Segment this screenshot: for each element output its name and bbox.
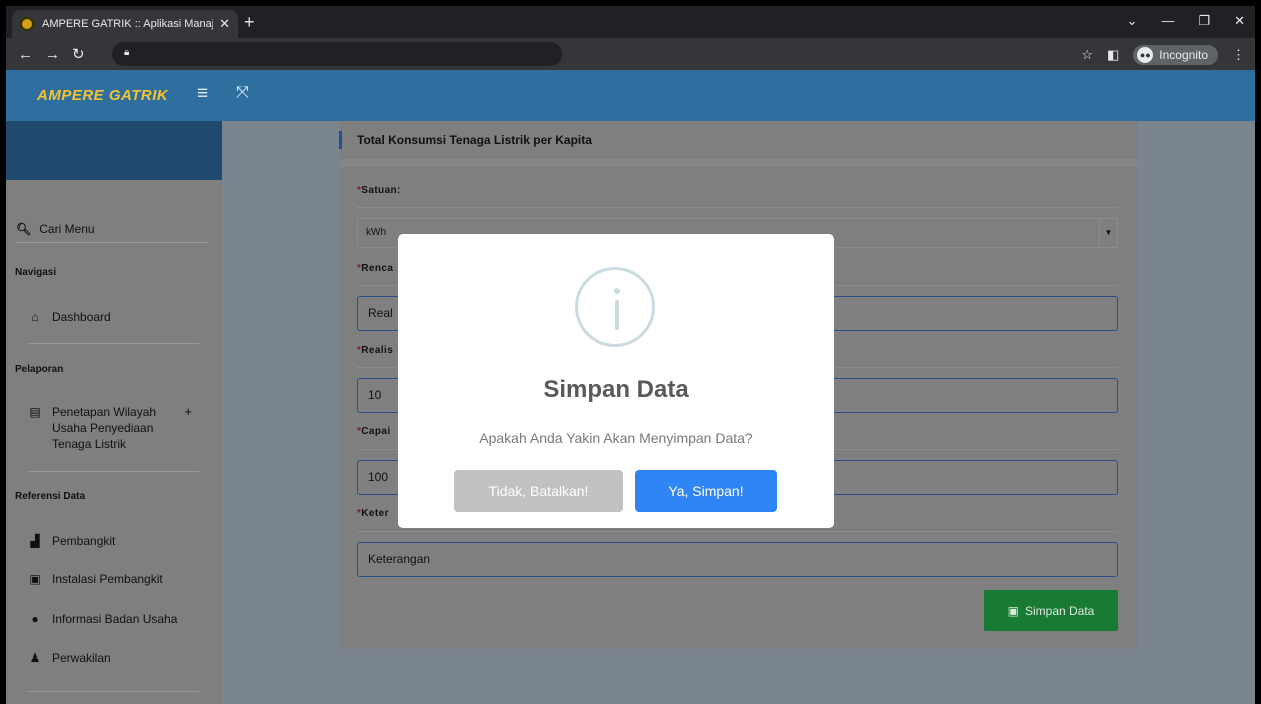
capaian-label: *Capai (357, 426, 391, 437)
divider (357, 207, 1118, 208)
incognito-icon: ●● (1137, 47, 1154, 63)
menu-search[interactable]: 🔍︎ Cari Menu (16, 216, 209, 243)
incognito-badge[interactable]: ●● Incognito (1133, 45, 1218, 65)
realisasi-label: *Realis (357, 345, 394, 356)
info-circle-icon: ● (31, 612, 39, 626)
forward-icon[interactable]: → (45, 46, 60, 63)
menu-kebab-icon[interactable]: ⋮ (1232, 47, 1245, 63)
sidebar-profile-area (6, 121, 222, 180)
hamburger-menu-icon[interactable]: ≡ (197, 83, 208, 105)
back-icon[interactable]: ← (18, 46, 33, 63)
window-controls: ⌄ — ❐ ✕ (1127, 13, 1245, 29)
satuan-value: kWh (366, 227, 386, 238)
app-header: AMPERE GATRIK ≡ ⤧ (6, 70, 1255, 121)
save-button[interactable]: ▣ Simpan Data (984, 590, 1118, 631)
side-panel-icon[interactable]: ◧ (1107, 47, 1119, 63)
reload-icon[interactable]: ↻ (72, 45, 85, 63)
divider (357, 531, 1118, 532)
divider (339, 159, 1138, 167)
info-icon (575, 267, 655, 347)
expand-plus-icon[interactable]: + (184, 404, 192, 420)
floppy-disk-icon: ▣ (1007, 603, 1019, 618)
brand-logo[interactable]: AMPERE GATRIK (37, 87, 168, 104)
sidebar-item-penetapan[interactable]: ▤ Penetapan Wilayah Usaha Penyediaan Ten… (28, 404, 208, 452)
dialog-message: Apakah Anda Yakin Akan Menyimpan Data? (479, 430, 753, 446)
confirm-dialog: Simpan Data Apakah Anda Yakin Akan Menyi… (398, 234, 834, 528)
factory-icon: ▟ (30, 534, 40, 548)
new-tab-button[interactable]: + (244, 12, 255, 33)
fullscreen-icon[interactable]: ⤧ (236, 84, 249, 102)
document-icon: ▤ (29, 405, 41, 419)
toolbar-right: ☆ ◧ ●● Incognito ⋮ (1081, 45, 1245, 65)
sidebar: 🔍︎ Cari Menu Navigasi ⌂ Dashboard Pelapo… (6, 121, 222, 704)
section-navigasi: Navigasi (15, 267, 57, 278)
bookmark-star-icon[interactable]: ☆ (1081, 47, 1093, 63)
address-bar[interactable]: 🔒︎ (112, 42, 562, 66)
dialog-title: Simpan Data (543, 376, 689, 403)
form-title: Total Konsumsi Tenaga Listrik per Kapita (339, 131, 592, 149)
lock-icon[interactable]: 🔒︎ (124, 47, 129, 58)
toolbar: ← → ↻ 🔒︎ ☆ ◧ ●● Incognito ⋮ (6, 38, 1255, 70)
sidebar-item-dashboard[interactable]: ⌂ Dashboard (28, 310, 208, 324)
cancel-button[interactable]: Tidak, Batalkan! (454, 470, 623, 512)
close-window-button[interactable]: ✕ (1234, 13, 1245, 29)
restore-button[interactable]: ❐ (1198, 13, 1210, 29)
sidebar-item-instalasi[interactable]: ▣ Instalasi Pembangkit (28, 572, 208, 586)
section-pelaporan: Pelaporan (15, 364, 64, 375)
tab-search-icon[interactable]: ⌄ (1127, 13, 1138, 29)
tab-close-icon[interactable]: ✕ (219, 16, 230, 32)
dropdown-arrow-icon: ▼ (1099, 219, 1117, 247)
incognito-label: Incognito (1159, 48, 1208, 62)
sidebar-item-pembangkit[interactable]: ▟ Pembangkit (28, 534, 208, 548)
sidebar-item-label: Instalasi Pembangkit (52, 572, 163, 586)
divider (28, 343, 199, 344)
sidebar-item-label: Penetapan Wilayah Usaha Penyediaan Tenag… (52, 405, 157, 451)
sidebar-item-perwakilan[interactable]: ♟ Perwakilan (28, 651, 208, 665)
divider (28, 691, 199, 692)
rencana-label: *Renca (357, 263, 394, 274)
sidebar-item-label: Dashboard (52, 310, 111, 324)
tab-strip: AMPERE GATRIK :: Aplikasi Manaj ✕ + ⌄ — … (6, 6, 1255, 38)
section-referensi: Referensi Data (15, 491, 86, 502)
search-icon: 🔍︎ (16, 222, 32, 236)
user-icon: ♟ (29, 651, 41, 665)
sidebar-item-label: Informasi Badan Usaha (52, 612, 178, 626)
home-icon: ⌂ (31, 310, 39, 324)
tab-title: AMPERE GATRIK :: Aplikasi Manaj (42, 18, 214, 30)
installation-icon: ▣ (29, 572, 41, 586)
keterangan-label: *Keter (357, 508, 389, 519)
browser-window: AMPERE GATRIK :: Aplikasi Manaj ✕ + ⌄ — … (6, 6, 1255, 704)
sidebar-item-informasi[interactable]: ● Informasi Badan Usaha (28, 612, 208, 626)
save-button-label: Simpan Data (1024, 603, 1095, 618)
keterangan-field[interactable]: Keterangan (357, 542, 1118, 577)
sidebar-item-label: Perwakilan (52, 651, 111, 665)
menu-search-label: Cari Menu (39, 222, 95, 236)
minimize-button[interactable]: — (1161, 13, 1174, 29)
sidebar-item-label: Pembangkit (52, 534, 116, 548)
satuan-label: *Satuan: (357, 185, 401, 196)
browser-tab[interactable]: AMPERE GATRIK :: Aplikasi Manaj ✕ (12, 10, 238, 38)
confirm-save-button[interactable]: Ya, Simpan! (635, 470, 777, 512)
favicon-icon (20, 17, 34, 31)
divider (28, 471, 199, 472)
